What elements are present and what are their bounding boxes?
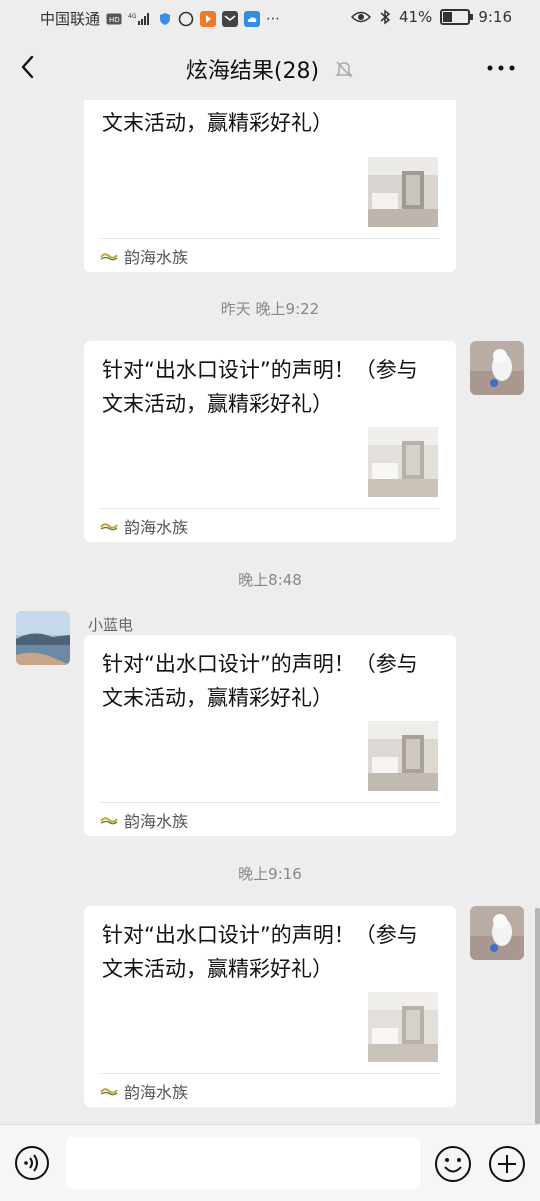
eye-icon: [350, 10, 371, 24]
cloud-app-icon: [244, 10, 261, 27]
sender-name: 小蓝电: [88, 616, 134, 634]
article-thumbnail: [368, 157, 438, 227]
emoji-button[interactable]: [434, 1145, 472, 1183]
status-bar: 中国联通 HD 4G ⋯ 41% 9:16: [0, 0, 540, 36]
card-divider: [100, 508, 440, 509]
message-input[interactable]: [66, 1137, 420, 1189]
source-name: 韵海水族: [124, 248, 189, 267]
voice-icon: [15, 1146, 49, 1180]
circle-icon: [178, 11, 194, 27]
more-dots-icon: [487, 65, 515, 71]
timestamp: 晚上8:48: [238, 571, 302, 589]
battery-text: 41%: [398, 8, 433, 26]
card-divider: [100, 1073, 440, 1074]
article-thumbnail: [368, 721, 438, 791]
article-source: 韵海水族: [100, 514, 188, 538]
message-input-bar: [0, 1124, 540, 1201]
article-source: 韵海水族: [100, 244, 188, 268]
chat-message-list[interactable]: 针对“出水口设计”的声明！（参与文末活动，赢精彩好礼） 韵海水族 昨天 晚上9:…: [0, 100, 540, 1124]
source-name: 韵海水族: [124, 812, 189, 831]
shield-icon: [158, 12, 172, 26]
chat-scrollbar[interactable]: [535, 908, 540, 1124]
signal-icon: 4G: [128, 12, 152, 26]
plus-icon: [489, 1146, 525, 1182]
battery-icon: [440, 9, 474, 25]
source-logo-icon: [100, 253, 118, 261]
source-logo-icon: [100, 523, 118, 531]
timestamp: 昨天 晚上9:22: [220, 300, 320, 318]
svg-text:4G: 4G: [128, 13, 137, 20]
article-title: 针对“出水口设计”的声明！（参与文末活动，赢精彩好礼）: [102, 358, 418, 416]
article-title: 针对“出水口设计”的声明！（参与文末活动，赢精彩好礼）: [102, 100, 418, 135]
chat-title-text: 炫海结果(28): [185, 59, 320, 84]
card-divider: [100, 802, 440, 803]
voice-button[interactable]: [14, 1145, 50, 1181]
sender-avatar[interactable]: [16, 611, 70, 665]
article-thumbnail: [368, 992, 438, 1062]
more-button[interactable]: [484, 56, 518, 80]
plus-button[interactable]: [488, 1145, 526, 1183]
mail-app-icon: [222, 10, 239, 27]
hd-icon: HD: [106, 13, 122, 25]
source-name: 韵海水族: [124, 518, 189, 537]
source-logo-icon: [100, 817, 118, 825]
video-app-icon: [200, 10, 217, 27]
source-logo-icon: [100, 1088, 118, 1096]
article-title: 针对“出水口设计”的声明！（参与文末活动，赢精彩好礼）: [102, 923, 418, 981]
shared-article-card[interactable]: 针对“出水口设计”的声明！（参与文末活动，赢精彩好礼） 韵海水族: [84, 906, 456, 1107]
shared-article-card[interactable]: 针对“出水口设计”的声明！（参与文末活动，赢精彩好礼） 韵海水族: [84, 100, 456, 272]
article-thumbnail: [368, 427, 438, 497]
article-title: 针对“出水口设计”的声明！（参与文末活动，赢精彩好礼）: [102, 652, 418, 710]
more-notifications-icon: ⋯: [266, 10, 281, 27]
article-source: 韵海水族: [100, 808, 188, 832]
self-avatar[interactable]: [470, 906, 524, 960]
timestamp: 晚上9:16: [238, 865, 302, 883]
bluetooth-icon: [379, 9, 391, 25]
source-name: 韵海水族: [124, 1083, 189, 1102]
shared-article-card[interactable]: 针对“出水口设计”的声明！（参与文末活动，赢精彩好礼） 韵海水族: [84, 341, 456, 542]
article-source: 韵海水族: [100, 1079, 188, 1103]
self-avatar[interactable]: [470, 341, 524, 395]
chat-title: 炫海结果(28): [0, 53, 540, 85]
chat-header: 炫海结果(28): [0, 36, 540, 100]
bell-off-icon: [334, 59, 354, 85]
svg-text:HD: HD: [109, 16, 120, 24]
card-divider: [100, 238, 440, 239]
clock-text: 9:16: [478, 8, 512, 26]
shared-article-card[interactable]: 针对“出水口设计”的声明！（参与文末活动，赢精彩好礼） 韵海水族: [84, 635, 456, 836]
emoji-icon: [435, 1146, 471, 1182]
carrier-text: 中国联通: [40, 10, 101, 28]
